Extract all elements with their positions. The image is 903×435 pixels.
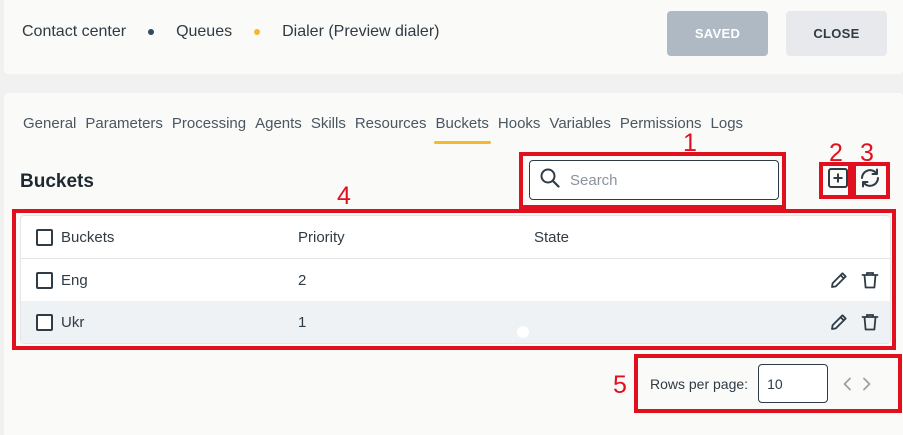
table-header: Buckets Priority State [21,216,890,259]
annotation-label-4: 4 [337,182,351,210]
select-all-checkbox[interactable] [36,228,53,246]
bucket-name: Ukr [61,313,85,331]
bucket-priority: 1 [298,313,307,331]
buckets-table: Buckets Priority State Eng 2 Ukr 1 [20,215,891,344]
edit-icon[interactable] [829,270,849,294]
tab-buckets[interactable]: Buckets [433,115,492,144]
row-checkbox[interactable] [36,313,53,331]
tab-processing[interactable]: Processing [172,115,246,140]
edit-icon[interactable] [829,312,849,336]
main-card: General Parameters Processing Agents Ski… [4,93,903,435]
tab-general[interactable]: General [23,115,76,140]
chevron-left-icon[interactable] [842,377,852,391]
breadcrumb-queues[interactable]: Queues [176,23,232,41]
top-bar: Contact center Queues Dialer (Preview di… [4,0,903,74]
delete-icon[interactable] [860,270,880,294]
close-button[interactable]: CLOSE [786,11,887,56]
section-title: Buckets [20,171,94,192]
saved-button[interactable]: SAVED [667,11,768,56]
table-row: Eng 2 [21,259,890,301]
row-checkbox[interactable] [36,271,53,289]
breadcrumb-current: Dialer (Preview dialer) [282,23,440,40]
tab-logs[interactable]: Logs [711,115,744,140]
annotation-label-3: 3 [860,139,874,167]
rows-per-page-input[interactable] [758,364,829,403]
search-field[interactable] [529,160,779,200]
pagination: Rows per page: [650,364,872,403]
rows-per-page-label: Rows per page: [650,375,749,392]
annotation-label-1: 1 [683,129,697,157]
breadcrumb-separator [254,29,261,35]
breadcrumb: Contact center Queues Dialer (Preview di… [22,23,439,41]
search-icon [540,168,560,193]
table-row: Ukr 1 [21,301,890,343]
column-header-priority[interactable]: Priority [298,229,534,246]
bucket-name: Eng [61,271,88,289]
refresh-icon [858,166,882,195]
tab-hooks[interactable]: Hooks [498,115,541,140]
tab-resources[interactable]: Resources [355,115,427,140]
chevron-right-icon[interactable] [862,377,872,391]
bucket-priority: 2 [298,271,307,289]
tab-variables[interactable]: Variables [549,115,610,140]
column-header-buckets[interactable]: Buckets [61,229,298,246]
delete-icon[interactable] [860,312,880,336]
refresh-button[interactable] [858,168,882,192]
search-input[interactable] [570,171,760,189]
breadcrumb-contact-center[interactable]: Contact center [22,23,126,41]
tab-bar: General Parameters Processing Agents Ski… [23,115,752,144]
tab-parameters[interactable]: Parameters [85,115,163,140]
annotation-label-2: 2 [829,139,843,167]
column-header-state[interactable]: State [534,229,734,246]
add-icon [827,167,849,194]
breadcrumb-separator [148,29,155,35]
tab-skills[interactable]: Skills [311,115,346,140]
add-bucket-button[interactable] [826,167,850,194]
tab-agents[interactable]: Agents [255,115,302,140]
annotation-label-5: 5 [613,371,627,399]
